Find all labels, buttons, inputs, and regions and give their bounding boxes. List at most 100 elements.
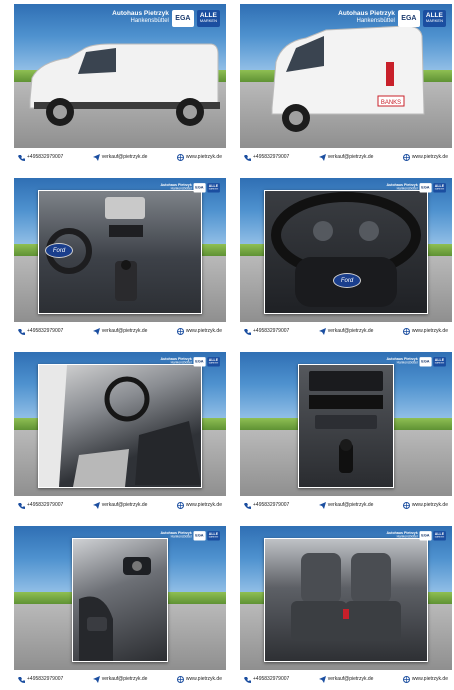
contact-email[interactable]: verkauf@pietrzyk.de [102, 328, 148, 334]
phone-icon [244, 676, 251, 683]
contact-bar: +495832979007 verkauf@pietrzyk.de www.pi… [14, 672, 226, 686]
gallery-card-door-panel[interactable]: Autohaus Pietrzyk Hankensbüttel EGA ALLE M… [14, 526, 226, 690]
globe-icon [402, 153, 410, 161]
contact-phone[interactable]: +495832979007 [27, 676, 63, 682]
contact-email[interactable]: verkauf@pietrzyk.de [328, 154, 374, 160]
van-side-icon [29, 43, 220, 126]
contact-phone[interactable]: +495832979007 [253, 502, 289, 508]
phone-icon [18, 328, 25, 335]
contact-web[interactable]: www.pietrzyk.de [186, 154, 222, 160]
dealer-name: Autohaus Pietrzyk [112, 10, 169, 18]
door-panel-photo [72, 538, 168, 662]
photo-exterior-rear[interactable]: BANKS Autohaus Pietrzyk Hankensbüttel EGA… [240, 4, 452, 148]
send-icon [318, 327, 326, 335]
dealer-name: Autohaus Pietrzyk [338, 10, 395, 18]
gallery-card-seats[interactable]: Autohaus Pietrzyk Hankensbüttel EGA ALLE M… [240, 526, 452, 690]
dealer-logo: Autohaus Pietrzyk Hankensbüttel EGA ALLE M… [386, 530, 446, 541]
contact-bar: +495832979007 verkauf@pietrzyk.de www.pi… [240, 150, 452, 164]
dealer-logo: Autohaus Pietrzyk Hankensbüttel EGA ALLE M… [112, 8, 220, 28]
gallery-card-console[interactable]: Autohaus Pietrzyk Hankensbüttel EGA ALLE M… [240, 352, 452, 516]
van-rear-icon: BANKS [271, 25, 425, 132]
rear-sticker: BANKS [381, 100, 401, 106]
globe-icon [402, 675, 410, 683]
dashboard-photo: Ford [38, 190, 202, 314]
contact-email[interactable]: verkauf@pietrzyk.de [102, 676, 148, 682]
contact-email[interactable]: verkauf@pietrzyk.de [102, 502, 148, 508]
contact-web[interactable]: www.pietrzyk.de [412, 676, 448, 682]
photo-seats[interactable]: Autohaus Pietrzyk Hankensbüttel EGA ALLE M… [240, 526, 452, 670]
phone-icon [244, 328, 251, 335]
door-panel-icon [79, 557, 151, 661]
photo-console[interactable]: Autohaus Pietrzyk Hankensbüttel EGA ALLE M… [240, 352, 452, 496]
dealer-logo: Autohaus Pietrzyk Hankensbüttel EGA ALLE M… [386, 182, 446, 193]
contact-web[interactable]: www.pietrzyk.de [186, 676, 222, 682]
contact-web[interactable]: www.pietrzyk.de [412, 154, 448, 160]
globe-icon [176, 675, 184, 683]
contact-phone[interactable]: +495832979007 [253, 328, 289, 334]
gallery-card-exterior-side[interactable]: Autohaus Pietrzyk Hankensbüttel EGA ALLE M… [14, 4, 226, 168]
photo-steering-wheel[interactable]: Ford Autohaus Pietrzyk Hankensbüttel EGA … [240, 178, 452, 322]
contact-bar: +495832979007 verkauf@pietrzyk.de www.pi… [240, 324, 452, 338]
dealer-logo: Autohaus Pietrzyk Hankensbüttel EGA ALLE M… [160, 530, 220, 541]
phone-icon [18, 502, 25, 509]
contact-email[interactable]: verkauf@pietrzyk.de [328, 676, 374, 682]
seats-icon [291, 553, 401, 641]
contact-phone[interactable]: +495832979007 [253, 676, 289, 682]
globe-icon [176, 327, 184, 335]
send-icon [318, 675, 326, 683]
contact-web[interactable]: www.pietrzyk.de [186, 328, 222, 334]
contact-phone[interactable]: +495832979007 [253, 154, 289, 160]
contact-web[interactable]: www.pietrzyk.de [412, 328, 448, 334]
contact-email[interactable]: verkauf@pietrzyk.de [328, 502, 374, 508]
gallery-card-dashboard[interactable]: Ford Autohaus Pietrzyk Hankensbüttel EGA … [14, 178, 226, 342]
contact-bar: +495832979007 verkauf@pietrzyk.de www.pi… [240, 498, 452, 512]
ford-logo: Ford [333, 273, 361, 288]
photo-exterior-side[interactable]: Autohaus Pietrzyk Hankensbüttel EGA ALLE M… [14, 4, 226, 148]
contact-web[interactable]: www.pietrzyk.de [186, 502, 222, 508]
globe-icon [402, 327, 410, 335]
contact-email[interactable]: verkauf@pietrzyk.de [328, 328, 374, 334]
globe-icon [176, 153, 184, 161]
console-icon [309, 371, 383, 473]
contact-phone[interactable]: +495832979007 [27, 154, 63, 160]
dealer-logo: Autohaus Pietrzyk Hankensbüttel EGA ALLE M… [160, 356, 220, 367]
send-icon [92, 327, 100, 335]
contact-bar: +495832979007 verkauf@pietrzyk.de www.pi… [14, 498, 226, 512]
alle-marken-logo: ALLE MARKEN [422, 9, 446, 27]
ega-logo: EGA [171, 9, 194, 27]
photo-gallery: Autohaus Pietrzyk Hankensbüttel EGA ALLE M… [0, 0, 454, 683]
photo-door-panel[interactable]: Autohaus Pietrzyk Hankensbüttel EGA ALLE M… [14, 526, 226, 670]
gallery-card-steering-wheel[interactable]: Ford Autohaus Pietrzyk Hankensbüttel EGA … [240, 178, 452, 342]
seats-photo [264, 538, 428, 662]
contact-bar: +495832979007 verkauf@pietrzyk.de www.pi… [240, 672, 452, 686]
steering-wheel-photo: Ford [264, 190, 428, 314]
dealer-logo: Autohaus Pietrzyk Hankensbüttel EGA ALLE M… [338, 8, 446, 28]
send-icon [92, 675, 100, 683]
phone-icon [244, 154, 251, 161]
send-icon [318, 501, 326, 509]
globe-icon [402, 501, 410, 509]
photo-dashboard[interactable]: Ford Autohaus Pietrzyk Hankensbüttel EGA … [14, 178, 226, 322]
photo-cabin[interactable]: Autohaus Pietrzyk Hankensbüttel EGA ALLE M… [14, 352, 226, 496]
send-icon [92, 501, 100, 509]
phone-icon [18, 154, 25, 161]
steering-wheel-icon [271, 192, 421, 307]
dealer-location: Hankensbüttel [356, 18, 395, 25]
contact-bar: +495832979007 verkauf@pietrzyk.de www.pi… [14, 324, 226, 338]
send-icon [318, 153, 326, 161]
contact-web[interactable]: www.pietrzyk.de [412, 502, 448, 508]
cabin-photo [38, 364, 202, 488]
gallery-card-cabin[interactable]: Autohaus Pietrzyk Hankensbüttel EGA ALLE M… [14, 352, 226, 516]
gallery-card-exterior-rear[interactable]: BANKS Autohaus Pietrzyk Hankensbüttel EGA… [240, 4, 452, 168]
cabin-icon [39, 365, 201, 487]
ford-logo: Ford [45, 243, 73, 258]
contact-email[interactable]: verkauf@pietrzyk.de [102, 154, 148, 160]
ega-logo: EGA [397, 9, 420, 27]
contact-phone[interactable]: +495832979007 [27, 328, 63, 334]
dealer-logo: Autohaus Pietrzyk Hankensbüttel EGA ALLE M… [386, 356, 446, 367]
contact-phone[interactable]: +495832979007 [27, 502, 63, 508]
dealer-logo: Autohaus Pietrzyk Hankensbüttel EGA ALLE M… [160, 182, 220, 193]
phone-icon [244, 502, 251, 509]
contact-bar: +495832979007 verkauf@pietrzyk.de www.pi… [14, 150, 226, 164]
send-icon [92, 153, 100, 161]
